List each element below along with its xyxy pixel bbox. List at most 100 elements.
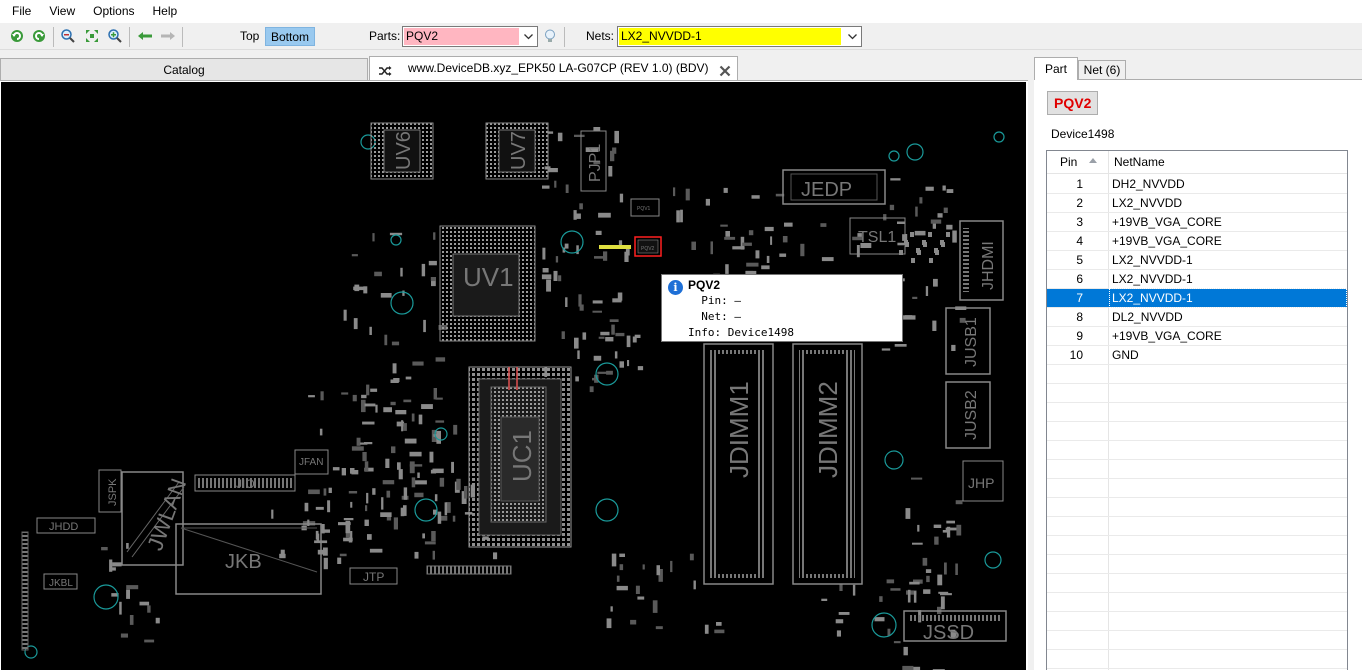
label-pqv1: PQV1 [637,206,651,212]
component-uv6[interactable]: UV6 [370,122,434,180]
component-jio[interactable]: JIO [194,474,296,492]
table-row[interactable]: 3 +19VB_VGA_CORE [1047,213,1347,232]
table-row[interactable]: 5 LX2_NVVDD-1 [1047,251,1347,270]
cell-pin: 4 [1076,234,1083,248]
connector-strip [21,531,29,651]
cell-pin: 6 [1076,272,1083,286]
table-row[interactable]: 4 +19VB_VGA_CORE [1047,232,1347,251]
side-bottom-button[interactable]: Bottom [265,27,316,46]
component-jhdmi[interactable]: JHDMI [959,220,1004,301]
component-jdimm1[interactable]: JDIMM1 [703,343,774,585]
component-jdimm2[interactable]: JDIMM2 [792,343,863,585]
parts-value[interactable]: PQV2 [404,28,519,45]
component-pqv2[interactable]: PQV2 [634,236,662,257]
cell-pin: 5 [1076,253,1083,267]
table-row[interactable]: 9 +19VB_VGA_CORE [1047,327,1347,346]
label-uc1: UC1 [507,430,537,482]
menu-view[interactable]: View [43,0,81,23]
label-jkb: JKB [225,551,262,573]
empty-row [1047,384,1347,403]
zoom-fit-icon[interactable] [84,28,100,44]
toolbar: Top Bottom Parts: PQV2 Nets: LX2_NVVDD-1 [0,23,1362,50]
parts-combobox[interactable]: PQV2 [402,26,538,47]
component-jfan[interactable]: JFAN [294,449,329,475]
label-uv7: UV7 [508,131,530,170]
board-canvas[interactable]: UV6 UV7 PJP1 JEDP TSL1 JHDMI UV1 PQV2 PQ… [1,82,1026,670]
empty-row [1047,517,1347,536]
label-jedp: JEDP [801,179,852,201]
component-jhdd[interactable]: JHDD [36,517,96,534]
back-arrow-icon[interactable] [137,28,153,44]
tab-board[interactable]: www.DeviceDB.xyz_EPK50 LA-G07CP (REV 1.0… [369,56,738,80]
highlight-net-trace [599,245,631,249]
cell-netname: LX2_NVVDD-1 [1112,253,1193,267]
board-drawing[interactable]: UV6 UV7 PJP1 JEDP TSL1 JHDMI UV1 PQV2 PQ… [1,82,1026,670]
table-row[interactable]: 7 LX2_NVVDD-1 [1047,288,1347,308]
zoom-in-icon[interactable] [107,28,123,44]
component-jkbl[interactable]: JKBL [43,573,78,590]
cell-pin: 9 [1076,329,1083,343]
component-uv7[interactable]: UV7 [485,122,549,180]
chevron-down-icon[interactable] [520,27,537,46]
cell-netname: +19VB_VGA_CORE [1112,329,1222,343]
component-jspk[interactable]: JSPK [98,469,122,513]
component-jedp[interactable]: JEDP [782,169,886,205]
component-jhp[interactable]: JHP [962,460,1004,502]
cell-pin: 10 [1069,348,1083,362]
component-jssd[interactable]: JSSD [903,610,1007,644]
menu-help[interactable]: Help [147,0,184,23]
rotate-left-icon[interactable] [9,28,25,44]
cell-pin: 3 [1076,215,1083,229]
component-jkb[interactable]: JKB [175,523,322,595]
empty-row [1047,441,1347,460]
cell-netname: DH2_NVVDD [1112,177,1185,191]
side-top-button[interactable]: Top [235,27,264,46]
chevron-down-icon[interactable] [844,27,861,46]
empty-row [1047,650,1347,669]
component-jtp[interactable]: JTP [349,567,398,585]
table-row[interactable]: 2 LX2_NVVDD [1047,194,1347,213]
part-description: Device1498 [1051,127,1115,141]
empty-row [1047,403,1347,422]
label-uv1: UV1 [463,262,514,292]
table-row[interactable]: 6 LX2_NVVDD-1 [1047,270,1347,289]
component-jusb2[interactable]: JUSB2 [945,381,991,449]
tab-net[interactable]: Net (6) [1078,60,1126,80]
empty-row [1047,365,1347,384]
pin-table[interactable]: Pin NetName 1 DH2_NVVDD 2 LX2_NVVDD 3 +19VB_V… [1046,150,1348,670]
label-tsl1: TSL1 [858,229,896,246]
label-pqv2: PQV2 [641,246,655,252]
label-jssd: JSSD [923,622,974,644]
component-jwlan[interactable]: JWLAN [121,471,191,566]
label-jspk: JSPK [107,478,119,506]
component-jusb1[interactable]: JUSB1 [945,307,991,375]
table-row[interactable]: 8 DL2_NVVDD [1047,308,1347,327]
label-jio: JIO [236,477,255,491]
lightbulb-icon[interactable] [542,28,558,44]
component-pqv1[interactable]: PQV1 [630,198,660,217]
column-header-netname[interactable]: NetName [1114,151,1165,173]
menu-options[interactable]: Options [87,0,140,23]
component-uv1[interactable]: UV1 [439,225,536,342]
menu-file[interactable]: File [6,0,37,23]
component-pjp1[interactable]: PJP1 [580,130,607,192]
label-jdimm1: JDIMM1 [724,381,754,478]
label-jhdmi: JHDMI [980,241,997,290]
tab-part[interactable]: Part [1034,57,1078,80]
component-uc1[interactable]: UC1 [468,366,572,548]
rotate-right-icon[interactable] [31,28,47,44]
table-row[interactable]: 10 GND [1047,346,1347,365]
zoom-out-icon[interactable] [60,28,76,44]
part-tab-body: PQV2 Device1498 Pin NetName 1 DH2_NVVDD 2 L… [1034,79,1362,670]
part-name-badge: PQV2 [1047,91,1099,115]
nets-combobox[interactable]: LX2_NVVDD-1 [617,26,862,47]
nets-value[interactable]: LX2_NVVDD-1 [619,28,841,45]
forward-arrow-icon[interactable] [160,28,176,44]
tab-board-title: www.DeviceDB.xyz_EPK50 LA-G07CP (REV 1.0… [408,61,709,75]
tooltip-pin: Pin: — [688,294,741,307]
cell-netname: +19VB_VGA_CORE [1112,234,1222,248]
label-jhp: JHP [968,475,994,491]
table-row[interactable]: 1 DH2_NVVDD [1047,175,1347,194]
column-header-pin[interactable]: Pin [1060,151,1077,173]
tab-catalog[interactable]: Catalog [0,58,368,80]
